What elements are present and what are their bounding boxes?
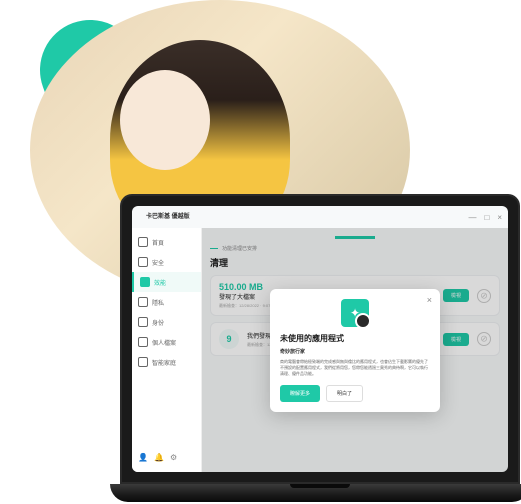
modal-dialog: × 未使用的應用程式 奇妙旅行家 商的電腦會帶給極致端的完成感與無與倫比的應用程…: [270, 289, 440, 412]
sidebar-item-privacy[interactable]: 隱私: [132, 292, 201, 312]
sidebar-item-label: 效能: [154, 278, 166, 287]
profile-icon[interactable]: 👤: [138, 453, 148, 462]
home-icon: [138, 237, 148, 247]
sidebar-item-smarthome[interactable]: 智能家庭: [132, 352, 201, 372]
unused-apps-icon: [341, 299, 369, 327]
gear-icon[interactable]: ⚙: [170, 453, 177, 462]
shield-icon: [138, 257, 148, 267]
sidebar-item-performance[interactable]: 效能: [132, 272, 201, 292]
sidebar-item-label: 隱私: [152, 298, 164, 307]
speed-icon: [140, 277, 150, 287]
got-it-button[interactable]: 明白了: [326, 385, 363, 402]
user-icon: [138, 337, 148, 347]
learn-more-button[interactable]: 瞭解更多: [280, 385, 320, 402]
house-icon: [138, 357, 148, 367]
id-icon: [138, 317, 148, 327]
sidebar-item-profile[interactable]: 個人檔案: [132, 332, 201, 352]
modal-backdrop[interactable]: × 未使用的應用程式 奇妙旅行家 商的電腦會帶給極致端的完成感與無與倫比的應用程…: [202, 228, 508, 472]
sidebar-item-label: 首頁: [152, 238, 164, 247]
laptop-mockup: 卡巴斯基 優越版 — □ × 首頁 安全 效能 隱私 身份 個人檔案 智能家庭 …: [120, 194, 520, 504]
window-maximize-icon[interactable]: □: [484, 213, 489, 222]
sidebar-item-label: 身份: [152, 318, 164, 327]
sidebar-item-label: 個人檔案: [152, 338, 176, 347]
sidebar: 首頁 安全 效能 隱私 身份 個人檔案 智能家庭 👤 🔔 ⚙: [132, 228, 202, 472]
titlebar: 卡巴斯基 優越版 — □ ×: [132, 206, 508, 228]
main-content: 功能清理已安排 清理 510.00 MB 發現了大檔案 最新檢查：12/28/2…: [202, 228, 508, 472]
sidebar-item-home[interactable]: 首頁: [132, 232, 201, 252]
window-close-icon[interactable]: ×: [497, 213, 502, 222]
modal-subtitle: 奇妙旅行家: [280, 348, 430, 355]
sidebar-item-label: 智能家庭: [152, 358, 176, 367]
app-title: 卡巴斯基 優越版: [146, 214, 190, 221]
sidebar-item-identity[interactable]: 身份: [132, 312, 201, 332]
app-window: 卡巴斯基 優越版 — □ × 首頁 安全 效能 隱私 身份 個人檔案 智能家庭 …: [132, 206, 508, 472]
modal-title: 未使用的應用程式: [280, 333, 430, 344]
window-minimize-icon[interactable]: —: [468, 213, 476, 222]
bell-icon[interactable]: 🔔: [154, 453, 164, 462]
sidebar-item-security[interactable]: 安全: [132, 252, 201, 272]
modal-body-text: 商的電腦會帶給極致端的完成感與無與倫比的應用程式，也會佔生下載影響的優先了不預設…: [280, 359, 430, 377]
lock-icon: [138, 297, 148, 307]
close-icon[interactable]: ×: [427, 295, 432, 305]
sidebar-item-label: 安全: [152, 258, 164, 267]
